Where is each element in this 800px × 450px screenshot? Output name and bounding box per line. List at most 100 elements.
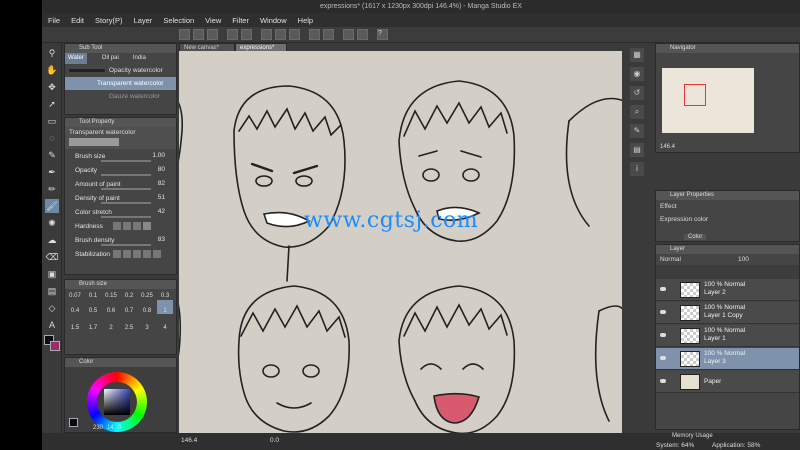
materials-icon[interactable]: ▦ xyxy=(630,48,644,62)
expression-color-select[interactable]: Color xyxy=(684,234,707,240)
color-stretch-row[interactable]: Color stretch 42 xyxy=(65,205,176,219)
layer-row-layer3-selected[interactable]: 100 % Normal Layer 3 xyxy=(656,348,799,370)
transform-icon[interactable] xyxy=(289,29,300,40)
eye-icon[interactable] xyxy=(660,356,666,360)
size-0.2[interactable]: 0.2 xyxy=(121,293,137,299)
size-4[interactable]: 4 xyxy=(157,315,173,331)
size-0.07[interactable]: 0.07 xyxy=(67,293,83,299)
marquee-tool-icon[interactable]: ▭ xyxy=(45,114,59,128)
stabilization-row[interactable]: Stabilization xyxy=(65,247,176,261)
hand-tool-icon[interactable]: ✋ xyxy=(45,63,59,77)
current-color-swatch[interactable] xyxy=(69,418,78,427)
subtool-item[interactable]: Opacity watercolor xyxy=(65,64,176,77)
size-1-selected[interactable]: 1 xyxy=(157,300,173,314)
clear-icon[interactable] xyxy=(261,29,272,40)
eyedropper-tool-icon[interactable]: ✎ xyxy=(45,148,59,162)
size-0.7[interactable]: 0.7 xyxy=(121,300,137,314)
blend-mode-select[interactable]: Normal xyxy=(660,256,681,263)
menu-filter[interactable]: Filter xyxy=(232,16,249,25)
blend-tool-icon[interactable]: ☁ xyxy=(45,233,59,247)
snap-icon[interactable] xyxy=(309,29,320,40)
subtool-item-selected[interactable]: Transparent watercolor xyxy=(65,77,176,90)
menu-layer[interactable]: Layer xyxy=(134,16,153,25)
size-0.1[interactable]: 0.1 xyxy=(85,293,101,299)
eye-icon[interactable] xyxy=(660,333,666,337)
density-of-paint-row[interactable]: Density of paint 51 xyxy=(65,191,176,205)
navigator-preview[interactable] xyxy=(662,68,754,133)
brush-density-row[interactable]: Brush density 83 xyxy=(65,233,176,247)
subtool-tab-oil[interactable]: Oil pai xyxy=(99,53,122,64)
brush-icon[interactable]: ✎ xyxy=(630,124,644,138)
size-0.8[interactable]: 0.8 xyxy=(139,300,155,314)
menu-selection[interactable]: Selection xyxy=(163,16,194,25)
sub-color-swatch[interactable] xyxy=(50,341,60,351)
new-icon[interactable] xyxy=(179,29,190,40)
subtool-tab-india[interactable]: India xyxy=(130,53,149,64)
navigator-view-rect[interactable] xyxy=(684,84,706,106)
fill-icon[interactable] xyxy=(275,29,286,40)
size-0.4[interactable]: 0.4 xyxy=(67,300,83,314)
size-1.5[interactable]: 1.5 xyxy=(67,315,83,331)
menu-help[interactable]: Help xyxy=(298,16,313,25)
menu-edit[interactable]: Edit xyxy=(71,16,84,25)
figure-tool-icon[interactable]: ◇ xyxy=(45,301,59,315)
menu-window[interactable]: Window xyxy=(260,16,287,25)
layer-row-layer1[interactable]: 100 % Normal Layer 1 xyxy=(656,325,799,347)
menu-file[interactable]: File xyxy=(48,16,60,25)
navigator-zoom[interactable]: 146.4 xyxy=(660,144,675,150)
fill-tool-icon[interactable]: ▣ xyxy=(45,267,59,281)
layer-row-paper[interactable]: Paper xyxy=(656,371,799,393)
zoom-tool-icon[interactable]: ⚲ xyxy=(45,46,59,60)
layer-row-layer1-copy[interactable]: 100 % Normal Layer 1 Copy xyxy=(656,302,799,324)
layer-row-layer2[interactable]: 100 % Normal Layer 2 xyxy=(656,279,799,301)
size-1.7[interactable]: 1.7 xyxy=(85,315,101,331)
size-0.25[interactable]: 0.25 xyxy=(139,293,155,299)
hardness-row[interactable]: Hardness xyxy=(65,219,176,233)
size-0.3[interactable]: 0.3 xyxy=(157,293,173,299)
size-3[interactable]: 3 xyxy=(139,315,155,331)
open-icon[interactable] xyxy=(193,29,204,40)
brush-tool-icon[interactable]: 🖌 xyxy=(45,199,59,213)
pen-tool-icon[interactable]: ✒ xyxy=(45,165,59,179)
menu-story[interactable]: Story(P) xyxy=(95,16,123,25)
eraser-tool-icon[interactable]: ⌫ xyxy=(45,250,59,264)
size-0.6[interactable]: 0.6 xyxy=(103,300,119,314)
opacity-row[interactable]: Opacity 80 xyxy=(65,163,176,177)
text-tool-icon[interactable]: A xyxy=(45,318,59,332)
move-tool-icon[interactable]: ✥ xyxy=(45,80,59,94)
palette-icon[interactable]: ◉ xyxy=(630,67,644,81)
drawing-canvas[interactable] xyxy=(179,51,624,435)
redo-icon[interactable] xyxy=(241,29,252,40)
eye-icon[interactable] xyxy=(660,310,666,314)
subtool-item[interactable]: Gauze watercolor xyxy=(65,90,176,103)
amount-of-paint-row[interactable]: Amount of paint 82 xyxy=(65,177,176,191)
layer-opacity-value[interactable]: 100 xyxy=(738,256,749,263)
size-0.5[interactable]: 0.5 xyxy=(85,300,101,314)
layers-icon[interactable]: ▤ xyxy=(630,143,644,157)
zoom-readout[interactable]: 146.4 xyxy=(181,437,197,444)
airbrush-tool-icon[interactable]: ✺ xyxy=(45,216,59,230)
undo-icon[interactable] xyxy=(227,29,238,40)
saturation-square[interactable] xyxy=(104,389,130,415)
subtool-tab-water[interactable]: Water xyxy=(65,53,87,64)
hue-ring[interactable] xyxy=(87,372,147,432)
history-icon[interactable]: ↺ xyxy=(630,86,644,100)
ruler-icon[interactable] xyxy=(323,29,334,40)
selection-icon[interactable] xyxy=(343,29,354,40)
brush-size-row[interactable]: Brush size 1.00 xyxy=(65,149,176,163)
gradient-tool-icon[interactable]: ▤ xyxy=(45,284,59,298)
help-icon[interactable]: ? xyxy=(377,29,388,40)
size-0.15[interactable]: 0.15 xyxy=(103,293,119,299)
search-icon[interactable]: ⌕ xyxy=(630,105,644,119)
angle-readout[interactable]: 0.0 xyxy=(270,437,279,444)
save-icon[interactable] xyxy=(207,29,218,40)
object-tool-icon[interactable]: ➚ xyxy=(45,97,59,111)
crop-icon[interactable] xyxy=(357,29,368,40)
size-2.5[interactable]: 2.5 xyxy=(121,315,137,331)
size-2[interactable]: 2 xyxy=(103,315,119,331)
pencil-tool-icon[interactable]: ✏ xyxy=(45,182,59,196)
menu-view[interactable]: View xyxy=(205,16,221,25)
eye-icon[interactable] xyxy=(660,287,666,291)
lasso-tool-icon[interactable]: ◌ xyxy=(45,131,59,145)
eye-icon[interactable] xyxy=(660,379,666,383)
